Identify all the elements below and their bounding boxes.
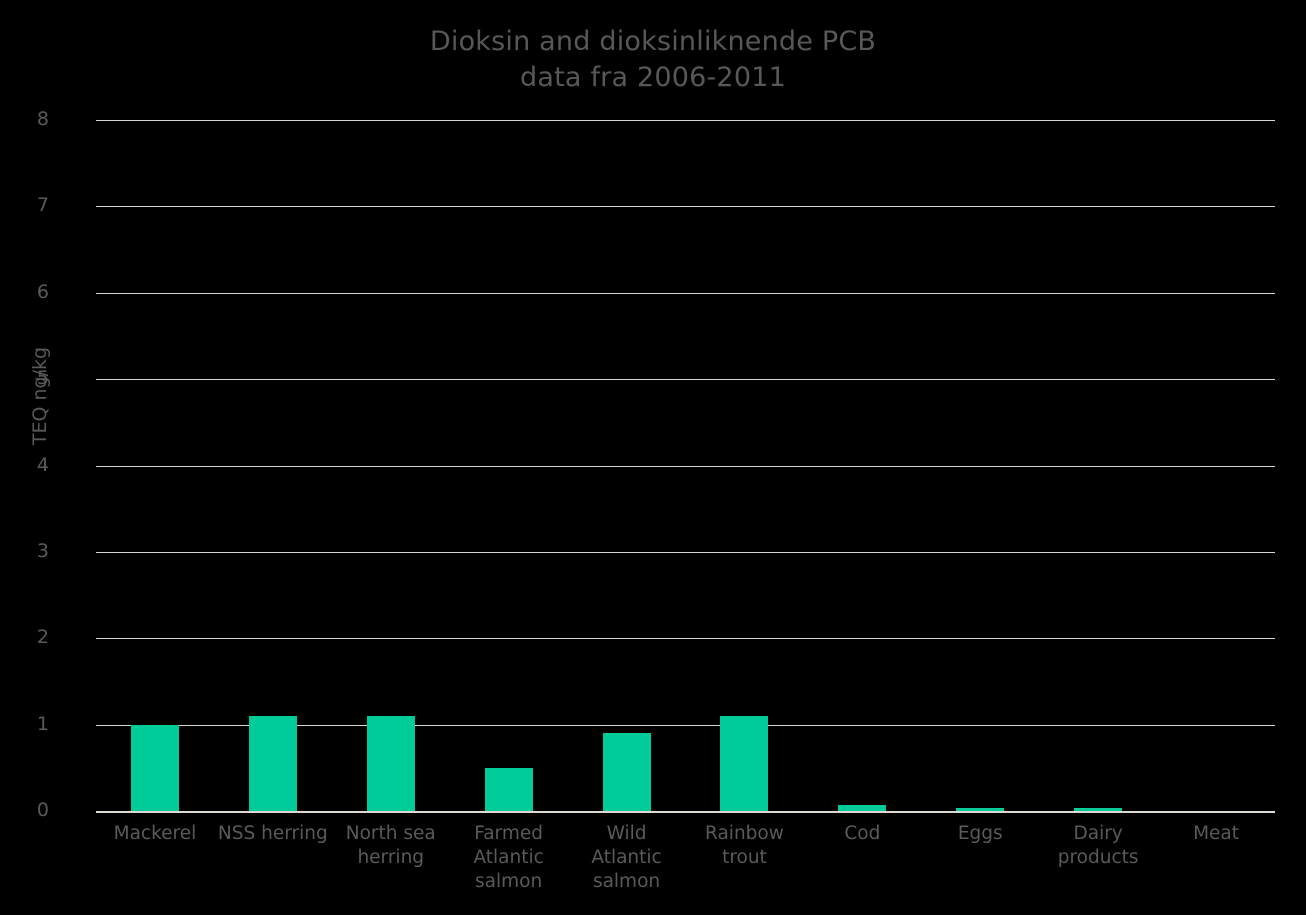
x-tick-label: North sea herring [345, 823, 436, 868]
bar[interactable] [1074, 807, 1123, 811]
x-tick-label: Farmed Atlantic salmon [473, 823, 544, 892]
y-tick-label: 6 [36, 280, 49, 303]
y-tick-label: 4 [36, 453, 49, 476]
chart-title: Dioksin and dioksinliknende PCB data fra… [0, 24, 1306, 96]
x-tick-label: Dairy products [1057, 823, 1139, 868]
bar-slot [568, 120, 686, 811]
chart-title-line-1: Dioksin and dioksinliknende PCB [429, 26, 877, 57]
y-tick-label: 8 [36, 108, 49, 130]
bar[interactable] [484, 767, 533, 811]
x-axis-tick-labels: Mackerel NSS herring North sea herring Farm… [96, 822, 1275, 912]
bar-chart: Dioksin and dioksinliknende PCB data fra… [0, 0, 1306, 915]
x-tick-label: Wild Atlantic salmon [591, 823, 662, 892]
y-tick-label: 1 [36, 712, 49, 735]
bar-slot [686, 120, 804, 811]
bar[interactable] [366, 716, 415, 811]
x-tick-label: Eggs [957, 823, 1003, 844]
bar-slot [921, 120, 1039, 811]
bar-slot [803, 120, 921, 811]
x-tick-label: Rainbow trout [705, 823, 784, 868]
y-tick-label: 3 [36, 539, 49, 562]
bar[interactable] [956, 808, 1005, 811]
y-tick-label: 2 [36, 626, 49, 649]
bar[interactable] [130, 724, 179, 811]
x-tick-label: Meat [1193, 823, 1239, 844]
y-tick-label: 0 [36, 799, 49, 821]
bar[interactable] [248, 716, 297, 811]
bar-slot [450, 120, 568, 811]
x-tick-label: Mackerel [113, 823, 197, 844]
plot-area: 0 1 2 3 4 5 6 7 8 [37, 110, 1275, 820]
y-axis-title: TEQ ng/kg [29, 346, 51, 446]
axis-baseline [96, 811, 1275, 813]
y-tick-label: 7 [36, 194, 49, 217]
bar[interactable] [838, 804, 887, 811]
x-tick-label: Cod [844, 823, 881, 844]
bar[interactable] [602, 733, 651, 811]
bar-slot [96, 120, 214, 811]
chart-title-line-2: data fra 2006-2011 [520, 62, 786, 93]
bar-series [96, 120, 1275, 811]
bar-slot [1157, 120, 1275, 811]
y-tick-label: 5 [36, 367, 49, 390]
bar-slot [214, 120, 332, 811]
bar[interactable] [720, 716, 769, 811]
bar-slot [332, 120, 450, 811]
bar-slot [1039, 120, 1157, 811]
x-tick-label: NSS herring [217, 823, 328, 844]
